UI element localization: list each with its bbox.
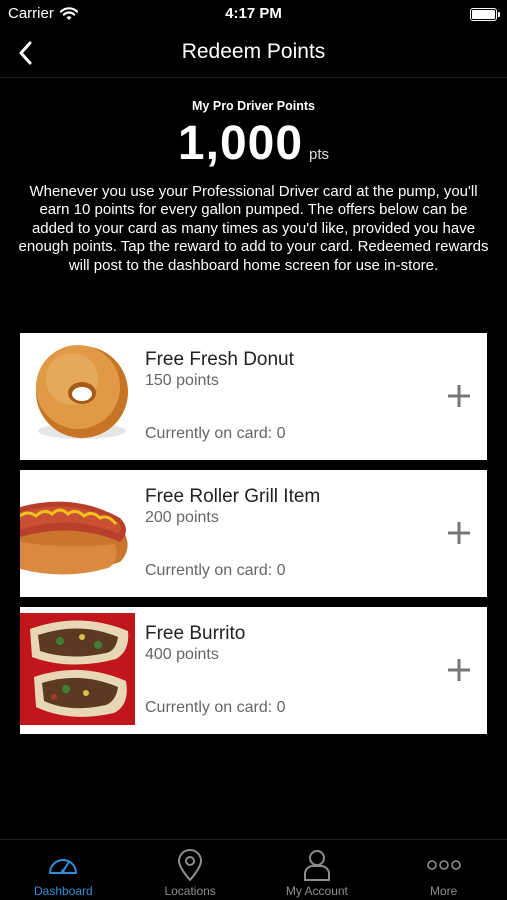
donut-image (20, 333, 135, 460)
reward-on-card-count: Currently on card: 0 (145, 699, 286, 716)
more-dots-icon (426, 860, 461, 870)
points-label: My Pro Driver Points (192, 99, 315, 113)
reward-card-donut[interactable]: Free Fresh Donut 150 points Currently on… (20, 333, 487, 460)
points-description: Whenever you use your Professional Drive… (18, 183, 489, 274)
redeem-points-screen: Carrier 4:17 PM Redeem Points My Pro Dri… (0, 0, 507, 900)
tab-my-account[interactable]: My Account (254, 840, 381, 900)
reward-points: 200 points (145, 509, 219, 526)
navigation-bar: Redeem Points (0, 28, 507, 78)
tab-locations[interactable]: Locations (127, 840, 254, 900)
reward-card-roller-grill[interactable]: Free Roller Grill Item 200 points Curren… (20, 470, 487, 597)
reward-on-card-count: Currently on card: 0 (145, 562, 286, 579)
battery-icon (470, 8, 500, 21)
plus-icon[interactable] (447, 384, 471, 408)
tab-dashboard[interactable]: Dashboard (0, 840, 127, 900)
tab-label: More (429, 884, 458, 898)
tab-label: My Account (285, 884, 348, 898)
reward-title: Free Burrito (145, 623, 246, 644)
reward-on-card-count: Currently on card: 0 (145, 425, 286, 442)
status-bar: Carrier 4:17 PM (0, 0, 507, 28)
location-pin-icon (178, 849, 203, 881)
reward-title: Free Roller Grill Item (145, 486, 321, 507)
burrito-image (20, 607, 135, 734)
points-unit: pts (309, 146, 330, 163)
plus-icon[interactable] (447, 658, 471, 682)
reward-points: 400 points (145, 646, 219, 663)
points-value: 1,000 (177, 117, 304, 170)
dashboard-gauge-icon (49, 859, 78, 874)
tab-label: Dashboard (34, 884, 93, 898)
page-title: Redeem Points (181, 40, 326, 63)
hot-dog-image (20, 470, 135, 597)
points-balance: 1,000 pts (0, 116, 507, 171)
reward-points: 150 points (145, 372, 219, 389)
tab-bar: Dashboard Locations My Account More (0, 839, 507, 900)
reward-title: Free Fresh Donut (145, 349, 294, 370)
tab-more[interactable]: More (380, 840, 507, 900)
reward-card-burrito[interactable]: Free Burrito 400 points Currently on car… (20, 607, 487, 734)
person-icon (303, 850, 330, 881)
plus-icon[interactable] (447, 521, 471, 545)
tab-label: Locations (164, 884, 216, 898)
status-time: 4:17 PM (225, 5, 282, 22)
